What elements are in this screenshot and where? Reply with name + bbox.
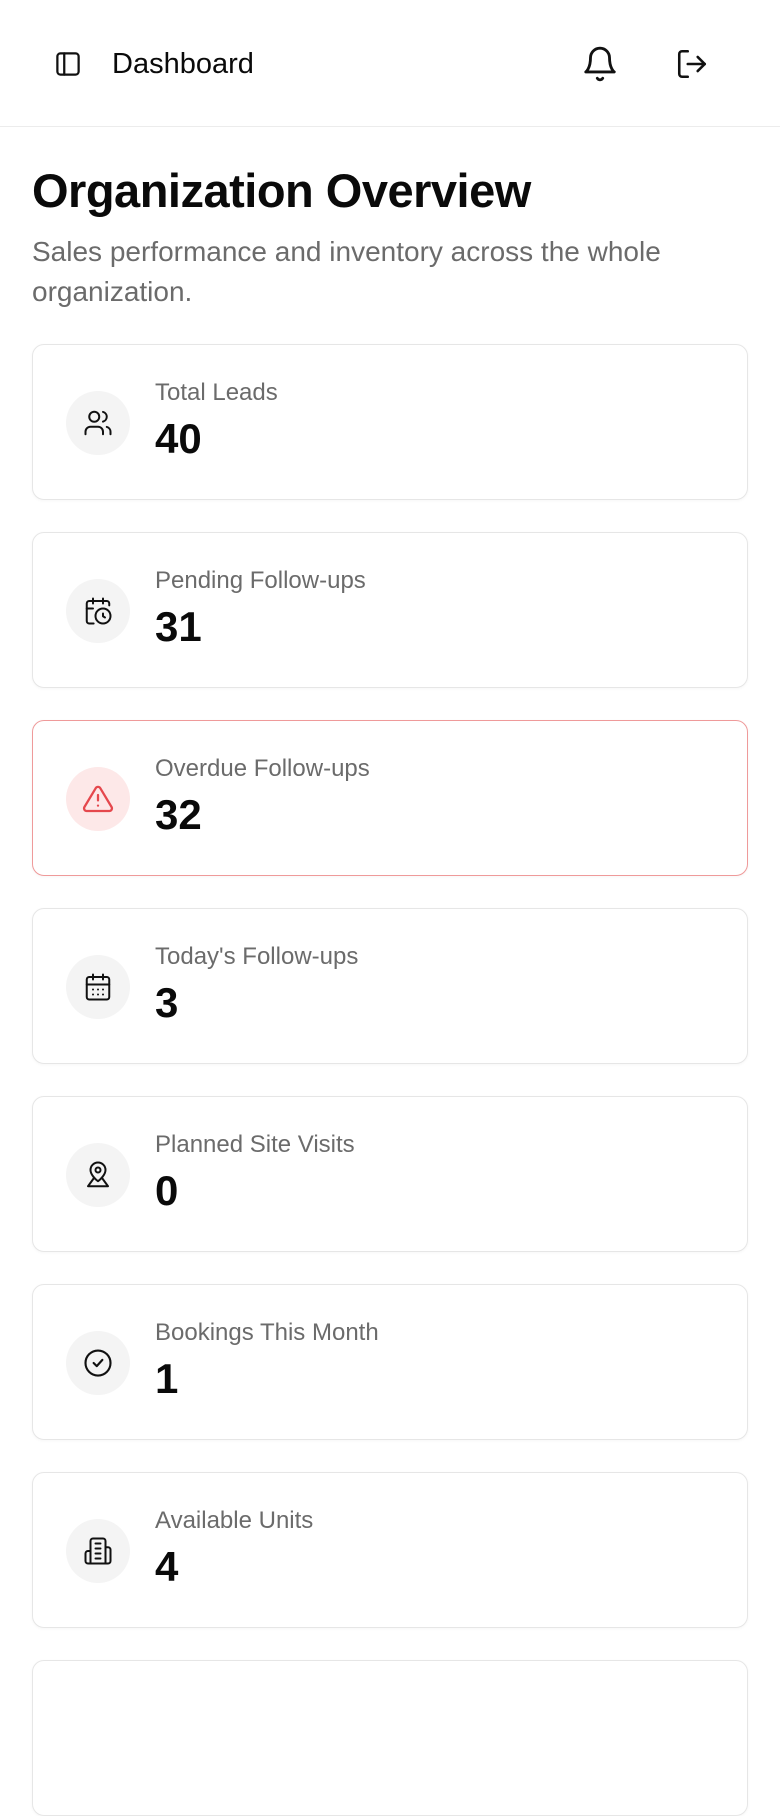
stat-card-bookings-this-month[interactable]: Bookings This Month 1 xyxy=(32,1284,748,1440)
stat-label: Pending Follow-ups xyxy=(155,567,366,594)
page-subtitle: Sales performance and inventory across t… xyxy=(32,236,661,307)
bell-icon xyxy=(581,45,619,83)
stat-card-pending-follow-ups[interactable]: Pending Follow-ups 31 xyxy=(32,532,748,688)
stat-card-planned-site-visits[interactable]: Planned Site Visits 0 xyxy=(32,1096,748,1252)
stat-card-total-leads[interactable]: Total Leads 40 xyxy=(32,344,748,500)
stat-value: 1 xyxy=(155,1355,179,1402)
check-circle-icon xyxy=(66,1331,130,1395)
stat-label: Bookings This Month xyxy=(155,1319,379,1346)
stat-card-available-units[interactable]: Available Units 4 xyxy=(32,1472,748,1628)
calendar-clock-icon xyxy=(66,579,130,643)
stat-value: 0 xyxy=(155,1167,179,1214)
stat-value: 31 xyxy=(155,603,202,650)
map-pin-user-icon xyxy=(66,1143,130,1207)
stat-card-todays-follow-ups[interactable]: Today's Follow-ups 3 xyxy=(32,908,748,1064)
stat-label: Overdue Follow-ups xyxy=(155,755,370,782)
stat-card-overdue-follow-ups[interactable]: Overdue Follow-ups 32 xyxy=(32,720,748,876)
sidebar-toggle-button[interactable] xyxy=(44,40,92,88)
users-icon xyxy=(66,391,130,455)
sidebar-toggle-icon xyxy=(53,49,83,79)
logout-icon xyxy=(675,47,709,81)
stat-card-partial[interactable] xyxy=(32,1660,748,1816)
stat-value: 4 xyxy=(155,1543,179,1590)
stat-label: Planned Site Visits xyxy=(155,1131,355,1158)
stat-value: 40 xyxy=(155,415,202,462)
stat-label: Today's Follow-ups xyxy=(155,943,359,970)
building-icon xyxy=(66,1519,130,1583)
stat-value: 3 xyxy=(155,979,179,1026)
calendar-icon xyxy=(66,955,130,1019)
stat-value: 32 xyxy=(155,791,202,838)
stat-label: Available Units xyxy=(155,1507,314,1534)
stat-label: Total Leads xyxy=(155,379,278,406)
warning-triangle-icon xyxy=(66,767,130,831)
header-title: Dashboard xyxy=(112,48,254,80)
page-title: Organization Overview xyxy=(32,164,531,217)
top-app-bar: Dashboard xyxy=(0,0,780,127)
notifications-button[interactable] xyxy=(576,40,624,88)
logout-button[interactable] xyxy=(668,40,716,88)
